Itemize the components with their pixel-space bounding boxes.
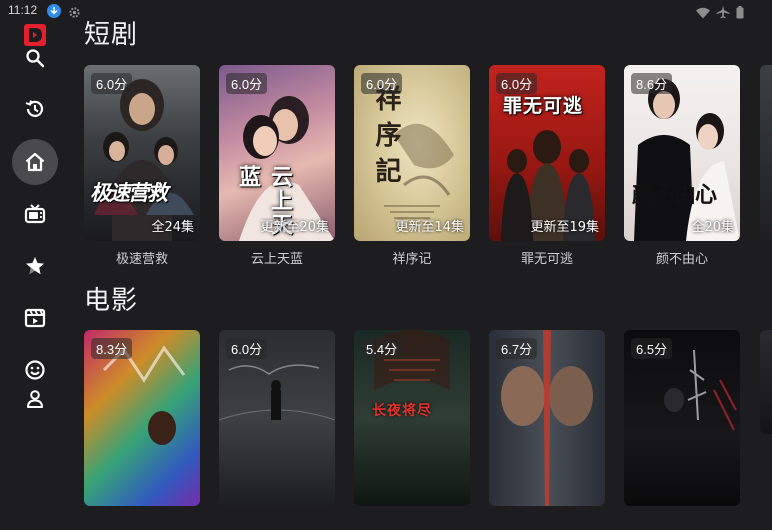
media-card[interactable]: 长夜将尽 5.4分 xyxy=(354,330,470,506)
poster: 6.5分 xyxy=(624,330,740,506)
user-icon xyxy=(27,390,43,408)
poster-title: 长夜将尽 xyxy=(372,403,432,419)
media-card[interactable]: 6.5分 xyxy=(624,330,740,506)
next-card-peek xyxy=(760,65,772,241)
rating-badge: 8.3分 xyxy=(91,338,133,359)
episode-badge: 更新至20集 xyxy=(260,220,329,235)
section-title-movie: 电影 xyxy=(84,286,139,316)
wifi-icon xyxy=(696,4,710,23)
poster: 6.0分 xyxy=(219,330,335,506)
rating-badge: 6.7分 xyxy=(496,338,538,359)
rating-badge: 6.5分 xyxy=(631,338,673,359)
media-card[interactable]: 6.0分 xyxy=(219,330,335,506)
search-button[interactable] xyxy=(12,35,58,81)
section-title-short-drama: 短剧 xyxy=(84,20,139,50)
episode-badge: 更新至14集 xyxy=(395,220,464,235)
media-card[interactable]: 6.7分 xyxy=(489,330,605,506)
card-title: 罪无可逃 xyxy=(520,252,573,267)
home-button[interactable] xyxy=(12,139,58,185)
episode-badge: 更新至19集 xyxy=(530,220,599,235)
star-icon xyxy=(26,257,44,275)
media-card[interactable]: 云上天蓝 6.0分 更新至20集 云上天蓝 xyxy=(219,65,335,267)
favorite-button[interactable] xyxy=(12,243,58,289)
home-icon xyxy=(25,152,45,172)
poster: 极速营救 6.0分 全24集 xyxy=(84,65,200,241)
rating-badge: 6.0分 xyxy=(91,73,133,94)
short-drama-row: 极速营救 6.0分 全24集 极速营救 云上天蓝 6.0分 更新至20集 云上天… xyxy=(84,65,772,267)
card-title: 祥序记 xyxy=(392,252,432,267)
poster: 6.7分 xyxy=(489,330,605,506)
film-icon xyxy=(24,308,46,328)
poster-title: 颜不由心 xyxy=(632,182,717,208)
card-title: 颜不由心 xyxy=(655,252,708,267)
rating-badge: 8.6分 xyxy=(631,73,673,94)
media-card[interactable]: 8.3分 xyxy=(84,330,200,506)
rating-badge: 6.0分 xyxy=(496,73,538,94)
profile-button[interactable] xyxy=(12,376,58,422)
poster: 颜不由心 8.6分 全20集 xyxy=(624,65,740,241)
episode-badge: 全24集 xyxy=(151,220,194,235)
rating-badge: 6.0分 xyxy=(226,338,268,359)
poster: 罪无可逃 6.0分 更新至19集 xyxy=(489,65,605,241)
rating-badge: 6.0分 xyxy=(226,73,268,94)
card-title: 极速营救 xyxy=(115,252,168,267)
poster-title: 极速营救 xyxy=(90,181,168,205)
poster: 云上天蓝 6.0分 更新至20集 xyxy=(219,65,335,241)
history-button[interactable] xyxy=(12,86,58,132)
media-card[interactable]: 极速营救 6.0分 全24集 极速营救 xyxy=(84,65,200,267)
search-icon xyxy=(26,49,45,68)
history-icon xyxy=(25,100,44,117)
poster: 祥序記 6.0分 更新至14集 xyxy=(354,65,470,241)
movie-button[interactable] xyxy=(12,295,58,341)
poster: 长夜将尽 5.4分 xyxy=(354,330,470,506)
tv-icon xyxy=(24,204,46,224)
episode-badge: 全20集 xyxy=(691,220,734,235)
movie-row: 8.3分 6.0分 长夜将尽 5.4分 6.7分 6.5分 xyxy=(84,330,772,530)
rating-badge: 6.0分 xyxy=(361,73,403,94)
airplane-icon xyxy=(716,4,730,23)
battery-icon xyxy=(736,4,744,23)
media-card[interactable]: 颜不由心 8.6分 全20集 颜不由心 xyxy=(624,65,740,267)
rating-badge: 5.4分 xyxy=(361,338,403,359)
media-card[interactable]: 罪无可逃 6.0分 更新至19集 罪无可逃 xyxy=(489,65,605,267)
poster: 8.3分 xyxy=(84,330,200,506)
next-card-peek xyxy=(760,330,772,434)
tv-button[interactable] xyxy=(12,191,58,237)
poster-title: 罪无可逃 xyxy=(503,95,584,117)
media-card[interactable]: 祥序記 6.0分 更新至14集 祥序记 xyxy=(354,65,470,267)
poster-title: 祥序記 xyxy=(371,85,401,193)
card-title: 云上天蓝 xyxy=(250,252,303,267)
sidebar xyxy=(0,0,70,434)
